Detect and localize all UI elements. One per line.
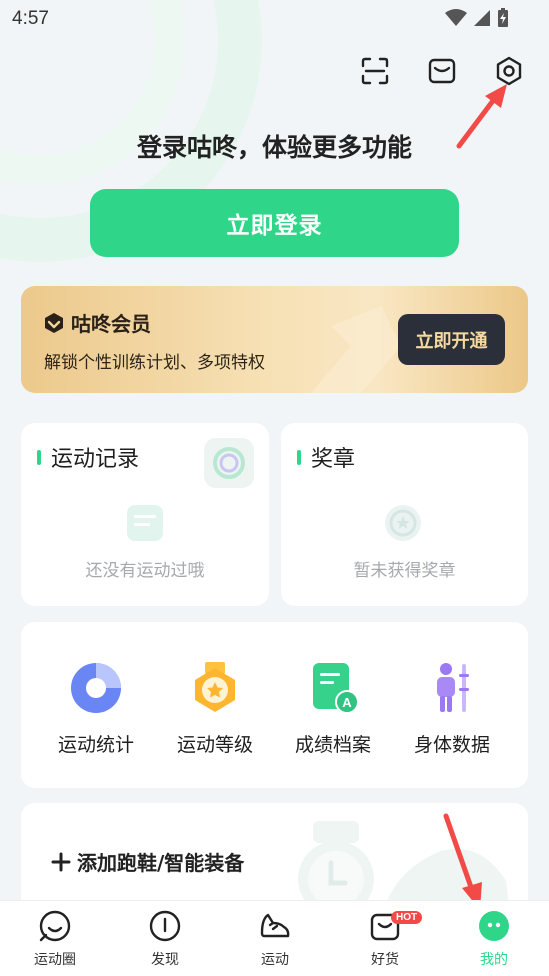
body-icon [437,663,469,712]
tool-body-data[interactable]: 身体数据 [397,660,507,757]
nav-label: 我的 [480,952,508,968]
pie-chart-icon [71,663,121,713]
wifi-icon [445,9,467,26]
mail-icon [428,58,456,84]
nav-item-mine[interactable]: 我的 [454,909,534,969]
records-empty-text: 还没有运动过哦 [85,561,205,581]
tool-label: 成绩档案 [294,734,371,756]
compass-icon [149,910,181,942]
bottom-nav: 运动圈 发现 运动 HOT 好货 我的 [0,900,549,976]
tool-sport-level[interactable]: 运动等级 [160,660,270,757]
membership-description: 解锁个性训练计划、多项特权 [44,353,265,373]
plus-icon [51,852,71,871]
add-device-label: 添加跑鞋/智能装备 [77,851,245,875]
records-title: 运动记录 [51,447,140,472]
nav-label: 运动圈 [34,952,76,968]
settings-button[interactable] [492,54,526,88]
medals-card[interactable]: 奖章 暂未获得奖章 [281,423,528,606]
status-bar: 4:57 [0,0,549,38]
nav-label: 发现 [151,952,179,968]
records-title-row: 运动记录 [37,441,139,473]
document-icon: A [313,663,359,714]
login-prompt: 登录咕咚，体验更多功能 [136,133,412,162]
tool-sport-stats[interactable]: 运动统计 [41,660,151,757]
medals-empty-text: 暂未获得奖章 [353,561,456,581]
vip-icon [45,312,63,333]
scan-button[interactable] [358,54,392,88]
membership-title: 咕咚会员 [71,312,151,336]
membership-title-row: 咕咚会员 [43,308,151,337]
signal-icon [474,10,490,26]
message-button[interactable] [425,54,459,88]
tool-label: 身体数据 [413,734,490,756]
empty-record-icon [127,505,163,541]
medals-title-row: 奖章 [297,441,355,473]
tool-label: 运动等级 [176,734,253,756]
svg-text:A: A [342,695,352,710]
login-button[interactable]: 立即登录 [90,189,459,257]
settings-icon [496,56,522,86]
medals-title: 奖章 [311,447,356,472]
membership-activate-button[interactable]: 立即开通 [398,314,505,365]
badge-icon [195,662,235,712]
records-card[interactable]: 运动记录 还没有运动过哦 [21,423,269,606]
nav-item-discover[interactable]: 发现 [125,909,205,969]
nav-item-community[interactable]: 运动圈 [15,909,95,969]
membership-card[interactable]: 咕咚会员 解锁个性训练计划、多项特权 立即开通 [21,286,528,393]
empty-medal-icon [385,505,421,541]
nav-item-goods[interactable]: HOT 好货 [345,909,425,969]
smile-icon [39,910,71,942]
tools-card: 运动统计 运动等级 A 成绩档案 身体数据 [21,622,528,788]
status-time: 4:57 [12,8,49,29]
activity-ring-icon [204,438,254,488]
profile-icon [479,911,509,941]
scan-icon [361,57,389,85]
shoe-icon [260,913,290,938]
title-marker [37,449,41,465]
add-device-row[interactable]: 添加跑鞋/智能装备 [51,847,244,876]
tool-label: 运动统计 [57,734,134,756]
nav-item-sport[interactable]: 运动 [235,909,315,969]
hot-badge: HOT [391,911,423,924]
title-marker [297,449,301,465]
battery-icon [498,8,508,27]
status-icons [445,8,509,28]
nav-label: 好货 [371,952,399,968]
nav-label: 运动 [261,952,289,968]
tool-score-archive[interactable]: A 成绩档案 [278,660,388,757]
